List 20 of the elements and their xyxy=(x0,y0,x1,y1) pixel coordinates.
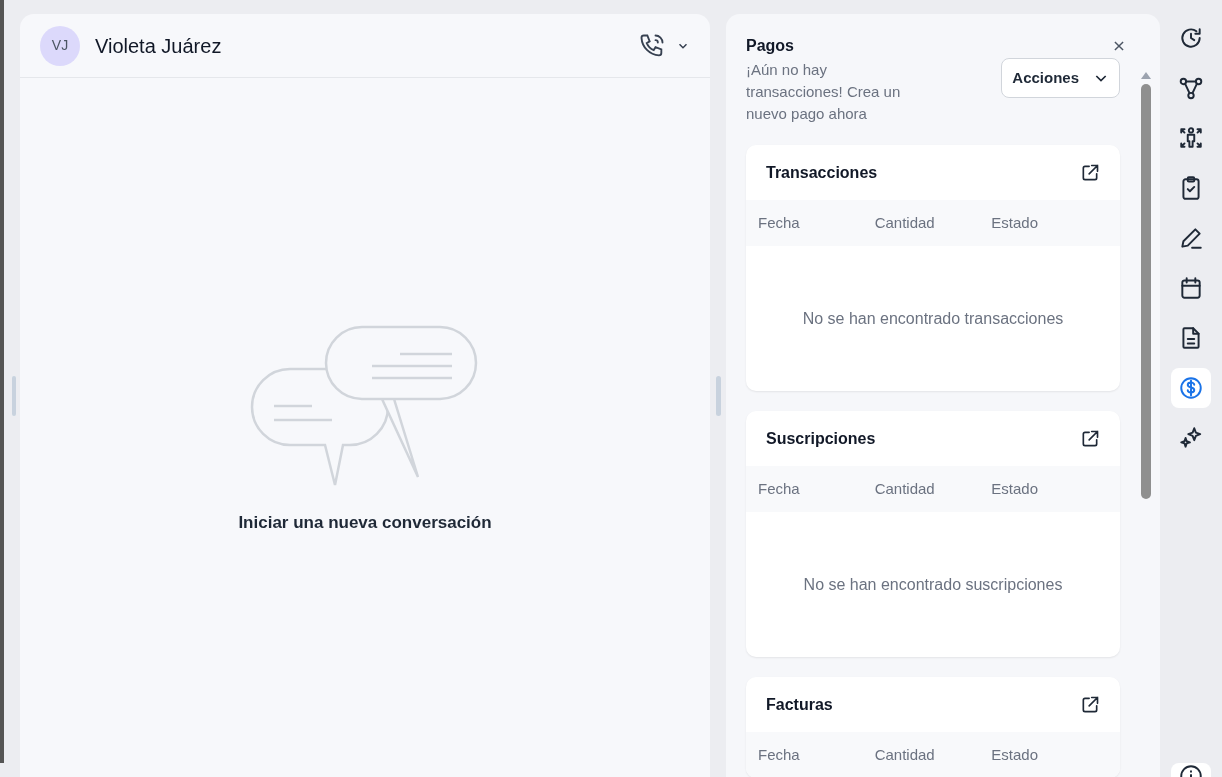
empty-table-message: No se han encontrado suscripciones xyxy=(803,574,1063,595)
column-header: Cantidad xyxy=(874,744,936,765)
actions-dropdown[interactable]: Acciones xyxy=(1001,58,1120,98)
column-header: Fecha xyxy=(758,212,801,233)
avatar: VJ xyxy=(40,25,80,66)
column-header: Fecha xyxy=(758,478,801,499)
card-title: Facturas xyxy=(766,694,833,715)
card-title: Transacciones xyxy=(766,162,878,183)
column-header: Fecha xyxy=(758,744,801,765)
card-title: Suscripciones xyxy=(766,428,876,449)
empty-table-message: No se han encontrado transacciones xyxy=(802,308,1064,329)
column-header: Cantidad xyxy=(874,478,936,499)
column-header: Estado xyxy=(991,744,1040,765)
empty-state-message: Iniciar una nueva conversación xyxy=(238,512,492,534)
contact-name: Violeta Juárez xyxy=(95,33,222,59)
column-header: Estado xyxy=(991,212,1040,233)
column-header: Estado xyxy=(991,478,1040,499)
column-header: Cantidad xyxy=(874,212,936,233)
panel-title: Pagos xyxy=(746,36,794,56)
empty-transactions-message: ¡Aún no hay transacciones! Crea un nuevo pago ahora xyxy=(746,60,902,124)
